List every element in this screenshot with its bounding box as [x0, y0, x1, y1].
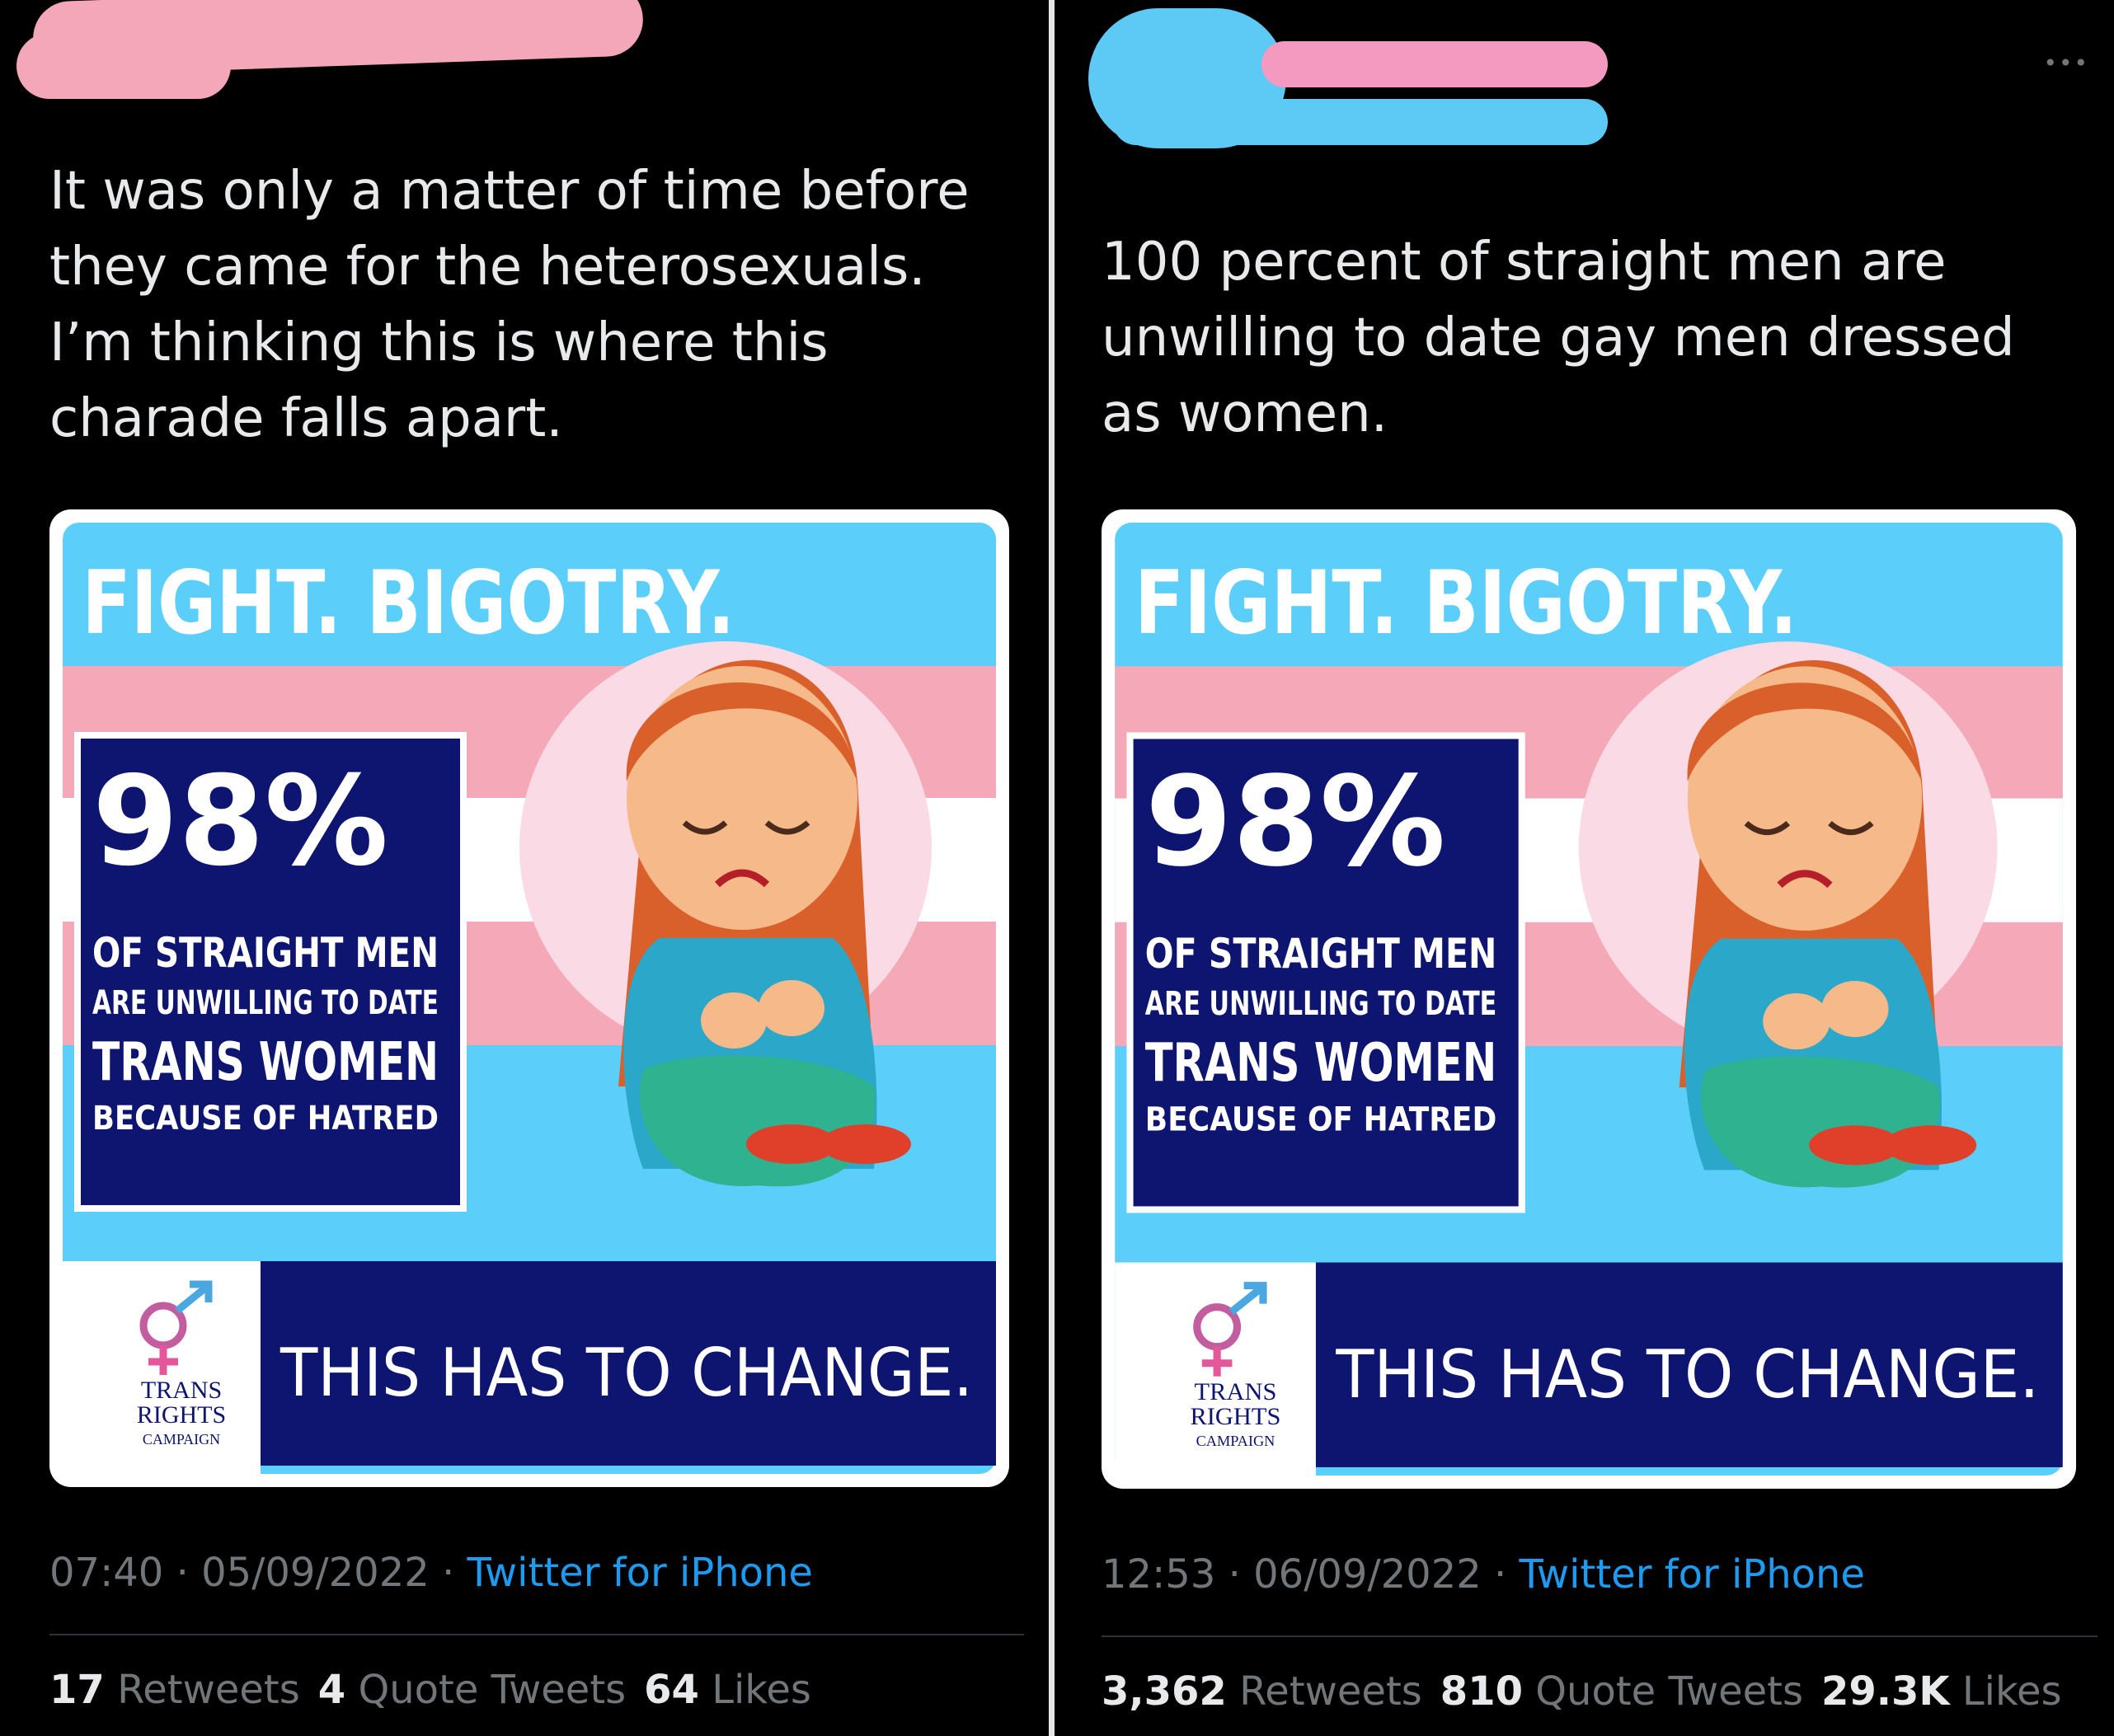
headline-text: FIGHT. BIGOTRY.	[82, 552, 735, 655]
divider	[1102, 1635, 2098, 1637]
stat-percent: 98%	[1145, 750, 1446, 894]
stat-line-4: BECAUSE OF HATRED	[1145, 1100, 1496, 1139]
quotes-link[interactable]: 4 Quote Tweets	[318, 1667, 626, 1713]
headline-text: FIGHT. BIGOTRY.	[1135, 552, 1797, 655]
banner-text: THIS HAS TO CHANGE.	[280, 1335, 973, 1411]
panel-divider	[1041, 0, 1064, 1736]
stat-percent: 98%	[92, 750, 388, 894]
time: 07:40	[49, 1550, 164, 1596]
logo-rights: RIGHTS	[1190, 1402, 1280, 1430]
logo-trans: TRANS	[1195, 1377, 1277, 1405]
tweet-text: It was only a matter of time before they…	[49, 161, 970, 449]
retweets-link[interactable]: 17 Retweets	[49, 1667, 300, 1713]
infographic: FIGHT. BIGOTRY. 98% OF STRAIGHT MEN ARE …	[63, 523, 996, 1474]
logo-trans: TRANS	[141, 1377, 222, 1404]
stat-line-1: OF STRAIGHT MEN	[92, 929, 439, 977]
ellipsis-icon[interactable]: •••	[2043, 49, 2089, 77]
likes-link[interactable]: 64 Likes	[644, 1667, 811, 1713]
retweets-link[interactable]: 3,362 Retweets	[1102, 1668, 1422, 1715]
divider	[49, 1634, 1024, 1635]
likes-link[interactable]: 29.3K Likes	[1821, 1668, 2062, 1715]
redacted-author-handle	[16, 33, 231, 99]
tweet-timestamp[interactable]: 12:53 · 06/09/2022 · Twitter for iPhone	[1102, 1551, 1865, 1598]
logo-campaign: CAMPAIGN	[143, 1431, 220, 1447]
engagement-stats: 17 Retweets 4 Quote Tweets 64 Likes	[49, 1667, 811, 1713]
stat-line-1: OF STRAIGHT MEN	[1145, 929, 1496, 978]
tweet-image[interactable]: FIGHT. BIGOTRY. 98% OF STRAIGHT MEN ARE …	[1102, 509, 2076, 1489]
stat-line-2: ARE UNWILLING TO DATE	[92, 984, 439, 1022]
tweet-image[interactable]: FIGHT. BIGOTRY. 98% OF STRAIGHT MEN ARE …	[49, 509, 1009, 1487]
quotes-link[interactable]: 810 Quote Tweets	[1440, 1668, 1803, 1715]
tweet-left[interactable]: It was only a matter of time before they…	[0, 0, 1041, 1736]
time: 12:53	[1102, 1551, 1216, 1598]
source-link[interactable]: Twitter for iPhone	[1520, 1551, 1865, 1598]
redacted-author-name	[1261, 41, 1608, 87]
stat-line-3: TRANS WOMEN	[1145, 1033, 1496, 1094]
source-link[interactable]: Twitter for iPhone	[467, 1550, 813, 1596]
date: 05/09/2022	[201, 1550, 430, 1596]
redacted-author-handle	[1113, 99, 1608, 145]
stat-line-4: BECAUSE OF HATRED	[92, 1100, 439, 1138]
logo-rights: RIGHTS	[137, 1401, 226, 1429]
tweet-timestamp[interactable]: 07:40 · 05/09/2022 · Twitter for iPhone	[49, 1550, 813, 1596]
date: 06/09/2022	[1253, 1551, 1482, 1598]
banner-text: THIS HAS TO CHANGE.	[1335, 1336, 2039, 1413]
engagement-stats: 3,362 Retweets 810 Quote Tweets 29.3K Like…	[1102, 1668, 2062, 1715]
infographic: FIGHT. BIGOTRY. 98% OF STRAIGHT MEN ARE …	[1115, 523, 2063, 1476]
stat-line-3: TRANS WOMEN	[92, 1032, 439, 1093]
stat-line-2: ARE UNWILLING TO DATE	[1145, 984, 1496, 1023]
logo-campaign: CAMPAIGN	[1196, 1433, 1275, 1449]
tweet-text: 100 percent of straight men are unwillin…	[1102, 232, 2015, 444]
tweet-right[interactable]: ••• 100 percent of straight men are unwi…	[1064, 0, 2114, 1736]
